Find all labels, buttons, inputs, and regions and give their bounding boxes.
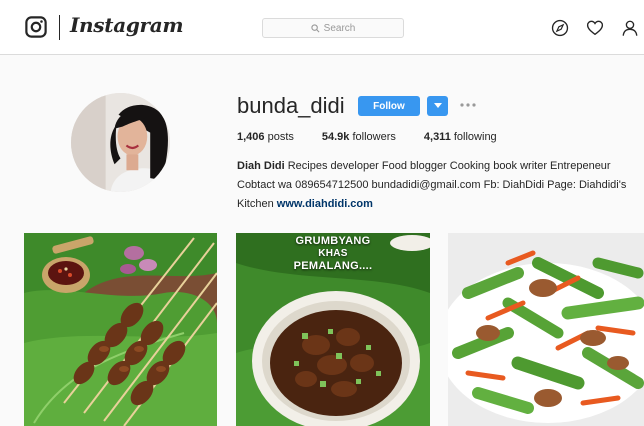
- top-navigation-bar: Instagram Search: [0, 0, 644, 55]
- avatar-photo: [71, 93, 170, 192]
- search-placeholder: Search: [323, 22, 356, 34]
- search-input[interactable]: Search: [262, 18, 404, 38]
- posts-label: posts: [267, 131, 294, 143]
- following-label: following: [453, 131, 497, 143]
- suggestions-dropdown-button[interactable]: [427, 96, 448, 116]
- followers-stat[interactable]: 54.9k followers: [322, 131, 396, 143]
- caret-down-icon: [433, 103, 442, 108]
- stir-fry-photo: [448, 233, 644, 426]
- profile-stats: 1,406 posts 54.9k followers 4,311 follow…: [237, 131, 525, 143]
- heart-icon[interactable]: [586, 19, 604, 37]
- following-count: 4,311: [423, 131, 451, 143]
- followers-label: followers: [352, 131, 396, 143]
- posts-stat: 1,406 posts: [237, 131, 294, 143]
- profile-full-name: Diah Didi: [237, 160, 285, 172]
- post-caption-line2: KHAS: [318, 248, 348, 259]
- posts-count: 1,406: [237, 131, 265, 143]
- instagram-wordmark[interactable]: Instagram: [70, 13, 184, 37]
- post-caption-line3: PEMALANG....: [293, 260, 373, 272]
- profile-avatar[interactable]: [71, 93, 170, 192]
- logo-divider: [59, 15, 60, 40]
- more-dots-icon[interactable]: [459, 101, 477, 109]
- search-icon: [311, 23, 320, 32]
- user-icon[interactable]: [621, 19, 639, 37]
- post-thumbnail-1[interactable]: [24, 233, 217, 426]
- post-caption-line1: GRUMBYANG: [295, 235, 371, 247]
- post-thumbnail-2[interactable]: GRUMBYANG KHAS PEMALANG....: [236, 233, 430, 426]
- post-thumbnail-3[interactable]: [448, 233, 644, 426]
- compass-icon[interactable]: [551, 19, 569, 37]
- following-stat[interactable]: 4,311 following: [424, 131, 497, 143]
- instagram-camera-icon[interactable]: [25, 16, 47, 38]
- follow-button[interactable]: Follow: [358, 96, 420, 116]
- profile-bio: Diah Didi Recipes developer Food blogger…: [237, 157, 632, 214]
- satay-photo: [24, 233, 217, 426]
- followers-count: 54.9k: [321, 131, 350, 143]
- website-link[interactable]: www.diahdidi.com: [277, 198, 373, 210]
- profile-username: bunda_didi: [237, 93, 345, 118]
